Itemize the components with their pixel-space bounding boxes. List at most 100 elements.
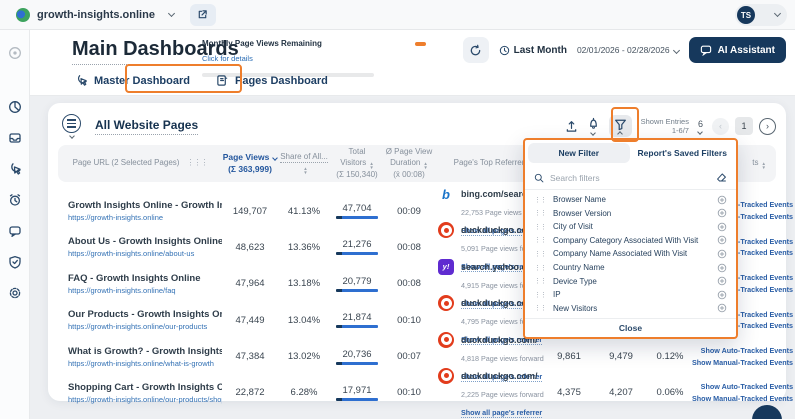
- show-manual-tracked-events-link[interactable]: Show Manual-Tracked Events: [692, 357, 793, 369]
- column-page-url-label: Page URL (2 Selected Pages): [73, 158, 180, 168]
- page-url-link[interactable]: https://growth-insights.online/our-produ…: [68, 322, 222, 331]
- column-duration-label-2: Duration: [390, 158, 420, 167]
- column-visitors[interactable]: Total Visitors▲▼ (Σ 150,340): [330, 147, 384, 180]
- filter-item[interactable]: ⋮⋮ Browser Version: [534, 208, 727, 218]
- date-range-picker[interactable]: 02/01/2026 - 02/28/2026: [577, 45, 679, 55]
- refresh-button[interactable]: [463, 37, 489, 63]
- filter-search-input[interactable]: [550, 173, 710, 183]
- table-menu-button[interactable]: [62, 114, 81, 138]
- page-url-link[interactable]: https://growth-insights.online/about-us: [68, 249, 222, 258]
- show-manual-tracked-events-link[interactable]: Show Manual-Tracked Events: [692, 393, 793, 405]
- filter-item[interactable]: ⋮⋮ New Visitors: [534, 303, 727, 313]
- visitors-value: 21,276: [342, 239, 371, 250]
- visitors-bar: [336, 216, 378, 219]
- drag-handle-icon[interactable]: ⋮⋮: [534, 236, 546, 244]
- current-page[interactable]: 1: [735, 117, 753, 135]
- dashboard-tabs: Master Dashboard Pages Dashboard: [75, 74, 328, 87]
- add-filter-icon[interactable]: [717, 303, 727, 313]
- chevron-up-icon: [617, 131, 623, 137]
- duration-cell: 00:07: [384, 351, 434, 362]
- filter-button[interactable]: [609, 115, 632, 137]
- filter-item[interactable]: ⋮⋮ Company Category Associated With Visi…: [534, 235, 727, 245]
- column-duration[interactable]: Ø Page View Duration▲▼ (x̄ 00:08): [384, 147, 434, 180]
- filter-item[interactable]: ⋮⋮ Device Type: [534, 276, 727, 286]
- drag-handle-icon[interactable]: ⋮⋮: [534, 223, 546, 231]
- add-filter-icon[interactable]: [717, 195, 727, 205]
- export-button[interactable]: [565, 120, 578, 133]
- sidebar-verification-icon[interactable]: [8, 255, 22, 269]
- show-auto-tracked-events-link[interactable]: Show Auto-Tracked Events: [692, 345, 793, 357]
- column-page-url[interactable]: Page URL (2 Selected Pages) ⋮⋮⋮: [58, 158, 222, 168]
- show-referrers-link[interactable]: Show all page's referrer: [461, 408, 542, 418]
- column-share[interactable]: Share of All...▲▼: [278, 152, 330, 174]
- visitors-bar: [336, 398, 378, 401]
- visitors-cell: 20,779: [330, 276, 384, 292]
- export-icon: [565, 120, 578, 133]
- visitors-cell: 21,276: [330, 239, 384, 255]
- sidebar-chat-icon[interactable]: [8, 224, 22, 238]
- page-title-cell: Our Products - Growth Insights Online: [68, 309, 222, 320]
- add-filter-icon[interactable]: [717, 208, 727, 218]
- avatar: TS: [737, 6, 755, 24]
- period-selector[interactable]: Last Month: [499, 45, 567, 56]
- sidebar-dashboards-icon[interactable]: [8, 100, 22, 114]
- filter-item[interactable]: ⋮⋮ City of Visit: [534, 222, 727, 232]
- sidebar-inbox-icon[interactable]: [8, 131, 22, 145]
- sidebar-collapse-icon[interactable]: [8, 46, 22, 60]
- filter-item[interactable]: ⋮⋮ Company Name Associated With Visit: [534, 249, 727, 259]
- quota-details-link[interactable]: Click for details: [202, 54, 253, 63]
- search-icon: [534, 173, 544, 183]
- domain-selector[interactable]: growth-insights.online: [37, 9, 155, 21]
- popup-tab-new-filter[interactable]: New Filter: [528, 143, 630, 163]
- page-title-cell: Shopping Cart - Growth Insights Online: [68, 382, 222, 393]
- add-filter-icon[interactable]: [717, 263, 727, 273]
- tab-pages-dashboard[interactable]: Pages Dashboard: [216, 74, 328, 87]
- alerts-button[interactable]: [587, 117, 600, 135]
- column-drag-handle-icon[interactable]: ⋮⋮⋮: [186, 158, 207, 168]
- page-url-link[interactable]: https://growth-insights.online/faq: [68, 286, 222, 295]
- popup-close-button[interactable]: Close: [525, 318, 736, 337]
- prev-page-button[interactable]: ‹: [712, 118, 729, 135]
- filter-item[interactable]: ⋮⋮ Browser Name: [534, 195, 727, 205]
- drag-handle-icon[interactable]: ⋮⋮: [534, 209, 546, 217]
- extra-cell-2: 4,207: [594, 387, 648, 398]
- add-filter-icon[interactable]: [717, 290, 727, 300]
- ai-assistant-button[interactable]: AI Assistant: [689, 37, 786, 63]
- add-filter-icon[interactable]: [717, 235, 727, 245]
- popup-tab-saved-filters[interactable]: Report's Saved Filters: [632, 143, 734, 163]
- page-url-link[interactable]: https://growth-insights.online/our-produ…: [68, 395, 222, 404]
- open-site-button[interactable]: [190, 4, 216, 26]
- filter-item[interactable]: ⋮⋮ Country Name: [534, 263, 727, 273]
- drag-handle-icon[interactable]: ⋮⋮: [534, 250, 546, 258]
- referrer-domain: duckduckgo.com/: [461, 371, 538, 381]
- show-auto-tracked-events-link[interactable]: Show Auto-Tracked Events: [692, 381, 793, 393]
- page-title-cell: About Us - Growth Insights Online: [68, 236, 222, 247]
- drag-handle-icon[interactable]: ⋮⋮: [534, 277, 546, 285]
- drag-handle-icon[interactable]: ⋮⋮: [534, 304, 546, 312]
- page-url-link[interactable]: https://growth-insights.online/what-is-g…: [68, 359, 222, 368]
- duration-cell: 00:10: [384, 387, 434, 398]
- add-filter-icon[interactable]: [717, 222, 727, 232]
- tab-master-dashboard[interactable]: Master Dashboard: [75, 74, 190, 87]
- page-size-dropdown[interactable]: 6: [698, 119, 703, 134]
- user-menu[interactable]: TS: [735, 4, 787, 26]
- floating-chat-button[interactable]: [752, 405, 782, 419]
- sidebar-click-tracking-icon[interactable]: [8, 162, 22, 176]
- filter-item[interactable]: ⋮⋮ IP: [534, 290, 727, 300]
- page-url-link[interactable]: https://growth-insights.online: [68, 213, 222, 222]
- clear-filters-icon[interactable]: [716, 172, 727, 183]
- sidebar-alerts-icon[interactable]: [8, 193, 22, 207]
- add-filter-icon[interactable]: [717, 276, 727, 286]
- drag-handle-icon[interactable]: ⋮⋮: [534, 264, 546, 272]
- drag-handle-icon[interactable]: ⋮⋮: [534, 291, 546, 299]
- page-size-value: 6: [698, 119, 703, 129]
- sidebar-settings-icon[interactable]: [8, 286, 22, 300]
- column-page-views[interactable]: Page Views (Σ 363,999): [222, 152, 278, 174]
- pages-dashboard-icon: [216, 74, 229, 87]
- chevron-down-icon[interactable]: [168, 9, 175, 16]
- add-filter-icon[interactable]: [717, 249, 727, 259]
- next-page-button[interactable]: ›: [759, 118, 776, 135]
- shown-entries-value: 1-6/7: [672, 126, 689, 135]
- drag-handle-icon[interactable]: ⋮⋮: [534, 196, 546, 204]
- left-sidebar: [0, 30, 30, 419]
